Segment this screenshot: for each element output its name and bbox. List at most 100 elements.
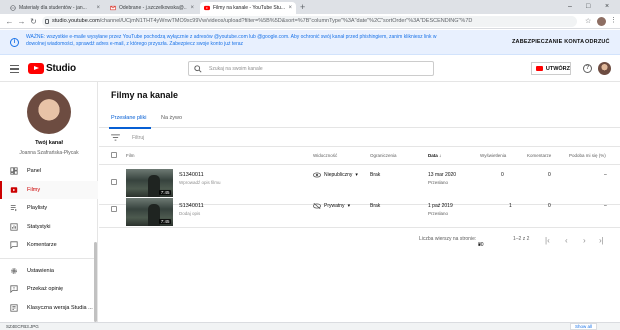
forward-button[interactable]: → [17, 17, 26, 26]
back-button[interactable]: ← [5, 17, 14, 26]
hamburger-menu-icon[interactable] [10, 65, 19, 73]
dismiss-button[interactable]: ODRZUĆ [585, 39, 610, 45]
address-path: /channel/UCjmN1THT4yWnwTMO9xc99Vw/videos… [99, 18, 473, 24]
column-comments[interactable]: Komentarze [527, 153, 551, 158]
rows-per-page-label: Liczba wierszy na stronie: [419, 236, 477, 242]
pagination: Liczba wierszy na stronie: 30 ▾ 1–2 z 2 … [99, 230, 620, 248]
filter-input[interactable]: Filtruj [132, 135, 144, 141]
browser-tab-active[interactable]: Filmy na kanale - YouTube Stu... × [200, 2, 296, 14]
browser-tab-label: Materiały dla studentów - jan... [19, 5, 87, 11]
download-file[interactable]: SZ4ECFB3.JPG [6, 324, 39, 329]
row-checkbox[interactable] [111, 206, 117, 212]
sidebar-scrollbar[interactable] [94, 242, 97, 322]
column-visibility[interactable]: Widoczność [313, 153, 337, 158]
prev-page-icon[interactable]: ‹ [565, 236, 568, 245]
likes-value: – [604, 203, 607, 209]
date-value: 1 paź 2019 [428, 203, 453, 209]
sidebar-item-ustawienia[interactable]: Ustawienia [0, 262, 98, 281]
close-icon[interactable]: × [190, 5, 194, 11]
page-title: Filmy na kanale [111, 90, 179, 100]
last-page-icon[interactable]: ›| [599, 236, 604, 245]
window-close-button[interactable]: × [605, 3, 609, 10]
likes-value: – [604, 172, 607, 178]
camera-icon [536, 66, 543, 71]
dashboard-icon [10, 167, 18, 175]
row-checkbox[interactable] [111, 179, 117, 185]
reload-button[interactable]: ↻ [29, 17, 38, 26]
comments-value: 0 [548, 172, 551, 178]
views-value: 0 [501, 172, 504, 178]
browser-tab[interactable]: Materiały dla studentów - jan... × [6, 2, 104, 14]
address-bar[interactable]: studio.youtube.com/channel/UCjmN1THT4yWn… [42, 16, 577, 27]
thumbnail-figure [148, 204, 160, 226]
video-title[interactable]: S1340011 [179, 172, 204, 178]
maximize-button[interactable]: □ [586, 3, 590, 10]
sidebar-nav: Panel Filmy Playlisty Statystyki Komenta… [0, 162, 98, 317]
visibility-cell[interactable]: Prywatny ▾ [313, 203, 350, 209]
select-all-checkbox[interactable] [111, 152, 117, 158]
new-tab-button[interactable]: + [300, 2, 305, 12]
table-header: Film Widoczność Ograniczenia Data ↓ Wyśw… [99, 147, 620, 165]
column-restrictions[interactable]: Ograniczenia [370, 153, 397, 158]
show-all-button[interactable]: Show all [570, 323, 598, 330]
column-date[interactable]: Data ↓ [428, 153, 441, 158]
browser-menu-icon[interactable]: ⋮ [610, 16, 617, 24]
secure-account-button[interactable]: ZABEZPIECZANIE KONTA [512, 39, 584, 45]
studio-logo[interactable]: Studio [28, 63, 76, 74]
thumbnail-figure [148, 175, 160, 197]
info-icon: i [10, 38, 19, 47]
close-icon[interactable]: × [288, 5, 292, 11]
table-row[interactable]: 7:45 S1340011 Dodaj opis Prywatny ▾ Brak… [99, 196, 620, 228]
video-thumbnail[interactable]: 7:45 [126, 169, 173, 197]
page-range: 1–2 z 2 [513, 236, 530, 242]
sidebar-item-classic-studio[interactable]: Klasyczna wersja Studia ... [0, 299, 98, 318]
visibility-label: Prywatny [324, 203, 345, 209]
unlisted-eye-icon [313, 172, 321, 178]
sidebar-item-label: Przekaż opinię [27, 286, 64, 293]
chevron-down-icon: ▾ [478, 242, 481, 248]
feedback-icon [10, 285, 18, 294]
sidebar-item-komentarze[interactable]: Komentarze [0, 236, 98, 255]
filter-row: Filtruj [99, 128, 620, 147]
help-icon[interactable]: ? [583, 64, 592, 73]
first-page-icon[interactable]: |‹ [545, 236, 550, 245]
channel-avatar[interactable] [27, 90, 71, 134]
sidebar-item-statystyki[interactable]: Statystyki [0, 218, 98, 237]
sidebar-divider [0, 257, 98, 259]
bookmark-star-icon[interactable]: ☆ [585, 17, 591, 25]
chevron-down-icon: ▾ [347, 203, 351, 209]
filter-icon[interactable] [111, 134, 120, 141]
browser-profile-avatar[interactable] [597, 17, 606, 26]
sort-down-arrow-icon: ↓ [439, 153, 442, 158]
column-film[interactable]: Film [126, 153, 135, 158]
create-button[interactable]: UTWÓRZ [531, 62, 571, 75]
account-avatar[interactable] [598, 62, 611, 75]
visibility-cell[interactable]: Niepubliczny ▾ [313, 172, 358, 178]
browser-tab-label: Odebrane - j.szczelkowska@... [119, 5, 188, 11]
column-likes[interactable]: Podoba mi się (%) [569, 153, 606, 158]
tab-uploads[interactable]: Przesłane pliki [111, 115, 146, 121]
search-input[interactable]: Szukaj na swoim kanale [209, 66, 263, 72]
video-title[interactable]: S1340011 [179, 203, 204, 209]
sidebar: Twój kanał Joanna Szafrańska-Płycak Pane… [0, 82, 98, 330]
sidebar-item-panel[interactable]: Panel [0, 162, 98, 181]
next-page-icon[interactable]: › [583, 236, 586, 245]
column-views[interactable]: Wyświetlenia [480, 153, 506, 158]
youtube-logo-icon [28, 63, 44, 74]
close-icon[interactable]: × [96, 5, 100, 11]
videos-icon [10, 186, 18, 193]
playlists-icon [10, 205, 17, 212]
minimize-button[interactable]: – [568, 3, 572, 10]
sidebar-item-playlisty[interactable]: Playlisty [0, 199, 98, 218]
analytics-icon [10, 223, 18, 231]
tab-live[interactable]: Na żywo [161, 115, 182, 121]
channel-search[interactable]: Szukaj na swoim kanale [188, 61, 434, 76]
sidebar-item-filmy[interactable]: Filmy [0, 180, 98, 199]
video-thumbnail[interactable]: 7:45 [126, 198, 173, 226]
sidebar-item-feedback[interactable]: Przekaż opinię [0, 280, 98, 299]
channel-title: Twój kanał [35, 140, 63, 146]
browser-tab[interactable]: Odebrane - j.szczelkowska@... × [106, 2, 198, 14]
video-description: Dodaj opis [179, 211, 201, 216]
create-label: UTWÓRZ [545, 65, 570, 72]
date-value: 13 mar 2020 [428, 172, 457, 178]
